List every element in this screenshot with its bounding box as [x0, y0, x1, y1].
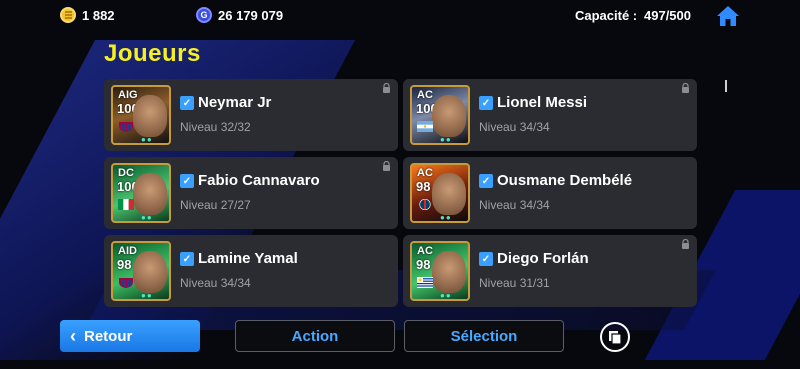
- player-portrait: [133, 95, 167, 137]
- player-level: Niveau 32/32: [180, 120, 251, 134]
- back-button-label: Retour: [84, 327, 133, 345]
- checkbox-icon[interactable]: ✓: [180, 252, 194, 266]
- skill-dots-icon: ●●: [440, 135, 452, 144]
- player-position: AID: [118, 245, 137, 257]
- home-icon[interactable]: [716, 4, 740, 28]
- fc-barcelona-crest-icon: [119, 122, 133, 132]
- skill-dots-icon: ●●: [440, 291, 452, 300]
- argentina-flag-icon: [417, 121, 433, 132]
- lock-icon: [682, 83, 689, 93]
- player-thumbnail: AC 100 ●●: [410, 85, 470, 145]
- player-card-neymar[interactable]: AIG 100 ●● ✓ Neymar Jr Niveau 32/32: [104, 79, 398, 151]
- player-rating: 98: [416, 179, 431, 194]
- player-name: Diego Forlán: [497, 250, 589, 267]
- player-thumbnail: AC 98 ●●: [410, 163, 470, 223]
- player-portrait: [133, 251, 167, 293]
- player-thumbnail: AIG 100 ●●: [111, 85, 171, 145]
- lock-icon: [383, 161, 390, 171]
- gp-value: 26 179 079: [218, 8, 284, 23]
- checkbox-icon[interactable]: ✓: [479, 96, 493, 110]
- player-portrait: [432, 251, 466, 293]
- capacity-label: Capacité :: [575, 8, 638, 23]
- selection-button[interactable]: Sélection: [404, 320, 564, 352]
- player-level: Niveau 34/34: [479, 120, 550, 134]
- coin-icon: [60, 7, 76, 23]
- player-thumbnail: DC 100 ●●: [111, 163, 171, 223]
- player-thumbnail: AID 98 ●●: [111, 241, 171, 301]
- pages-icon: [609, 331, 622, 345]
- player-position: AC: [417, 167, 433, 179]
- player-level: Niveau 31/31: [479, 276, 550, 290]
- player-thumbnail: AC 98 ●●: [410, 241, 470, 301]
- italy-flag-icon: [118, 199, 134, 210]
- psg-crest-icon: [419, 199, 431, 210]
- scrollbar[interactable]: [725, 80, 727, 92]
- lock-icon: [383, 83, 390, 93]
- player-rating: 98: [117, 257, 132, 272]
- player-position: AC: [417, 245, 433, 257]
- player-portrait: [432, 173, 466, 215]
- player-card-cannavaro[interactable]: DC 100 ●● ✓ Fabio Cannavaro Niveau 27/27: [104, 157, 398, 229]
- back-button[interactable]: ‹ Retour: [60, 320, 200, 352]
- player-name: Neymar Jr: [198, 94, 272, 111]
- player-rating: 98: [416, 257, 431, 272]
- player-portrait: [432, 95, 466, 137]
- player-card-dembele[interactable]: AC 98 ●● ✓ Ousmane Dembélé Niveau 34/34: [403, 157, 697, 229]
- player-portrait: [133, 173, 167, 215]
- chevron-left-icon: ‹: [70, 326, 76, 346]
- skill-dots-icon: ●●: [141, 135, 153, 144]
- skill-dots-icon: ●●: [141, 213, 153, 222]
- player-name: Fabio Cannavaro: [198, 172, 320, 189]
- action-button-label: Action: [291, 327, 339, 345]
- skill-dots-icon: ●●: [141, 291, 153, 300]
- skill-dots-icon: ●●: [440, 213, 452, 222]
- player-card-forlan[interactable]: AC 98 ●● ✓ Diego Forlán Niveau 31/31: [403, 235, 697, 307]
- selection-button-label: Sélection: [450, 327, 518, 345]
- gp-icon: G: [196, 7, 212, 23]
- lock-icon: [682, 239, 689, 249]
- uruguay-flag-icon: [417, 277, 433, 288]
- player-position: AC: [417, 89, 433, 101]
- checkbox-icon[interactable]: ✓: [180, 96, 194, 110]
- capacity-value: 497/500: [644, 8, 691, 23]
- player-card-yamal[interactable]: AID 98 ●● ✓ Lamine Yamal Niveau 34/34: [104, 235, 398, 307]
- player-level: Niveau 34/34: [479, 198, 550, 212]
- player-level: Niveau 27/27: [180, 198, 251, 212]
- pages-button[interactable]: [600, 322, 630, 352]
- page-title: Joueurs: [104, 40, 201, 67]
- checkbox-icon[interactable]: ✓: [479, 174, 493, 188]
- player-position: AIG: [118, 89, 138, 101]
- player-level: Niveau 34/34: [180, 276, 251, 290]
- player-name: Lamine Yamal: [198, 250, 298, 267]
- coins-value: 1 882: [82, 8, 115, 23]
- action-button[interactable]: Action: [235, 320, 395, 352]
- player-name: Lionel Messi: [497, 94, 588, 111]
- checkbox-icon[interactable]: ✓: [479, 252, 493, 266]
- checkbox-icon[interactable]: ✓: [180, 174, 194, 188]
- player-card-messi[interactable]: AC 100 ●● ✓ Lionel Messi Niveau 34/34: [403, 79, 697, 151]
- player-name: Ousmane Dembélé: [497, 172, 633, 189]
- top-bar: 1 882 G 26 179 079 Capacité : 497/500: [0, 0, 800, 32]
- player-position: DC: [118, 167, 134, 179]
- fc-barcelona-crest-icon: [119, 278, 133, 288]
